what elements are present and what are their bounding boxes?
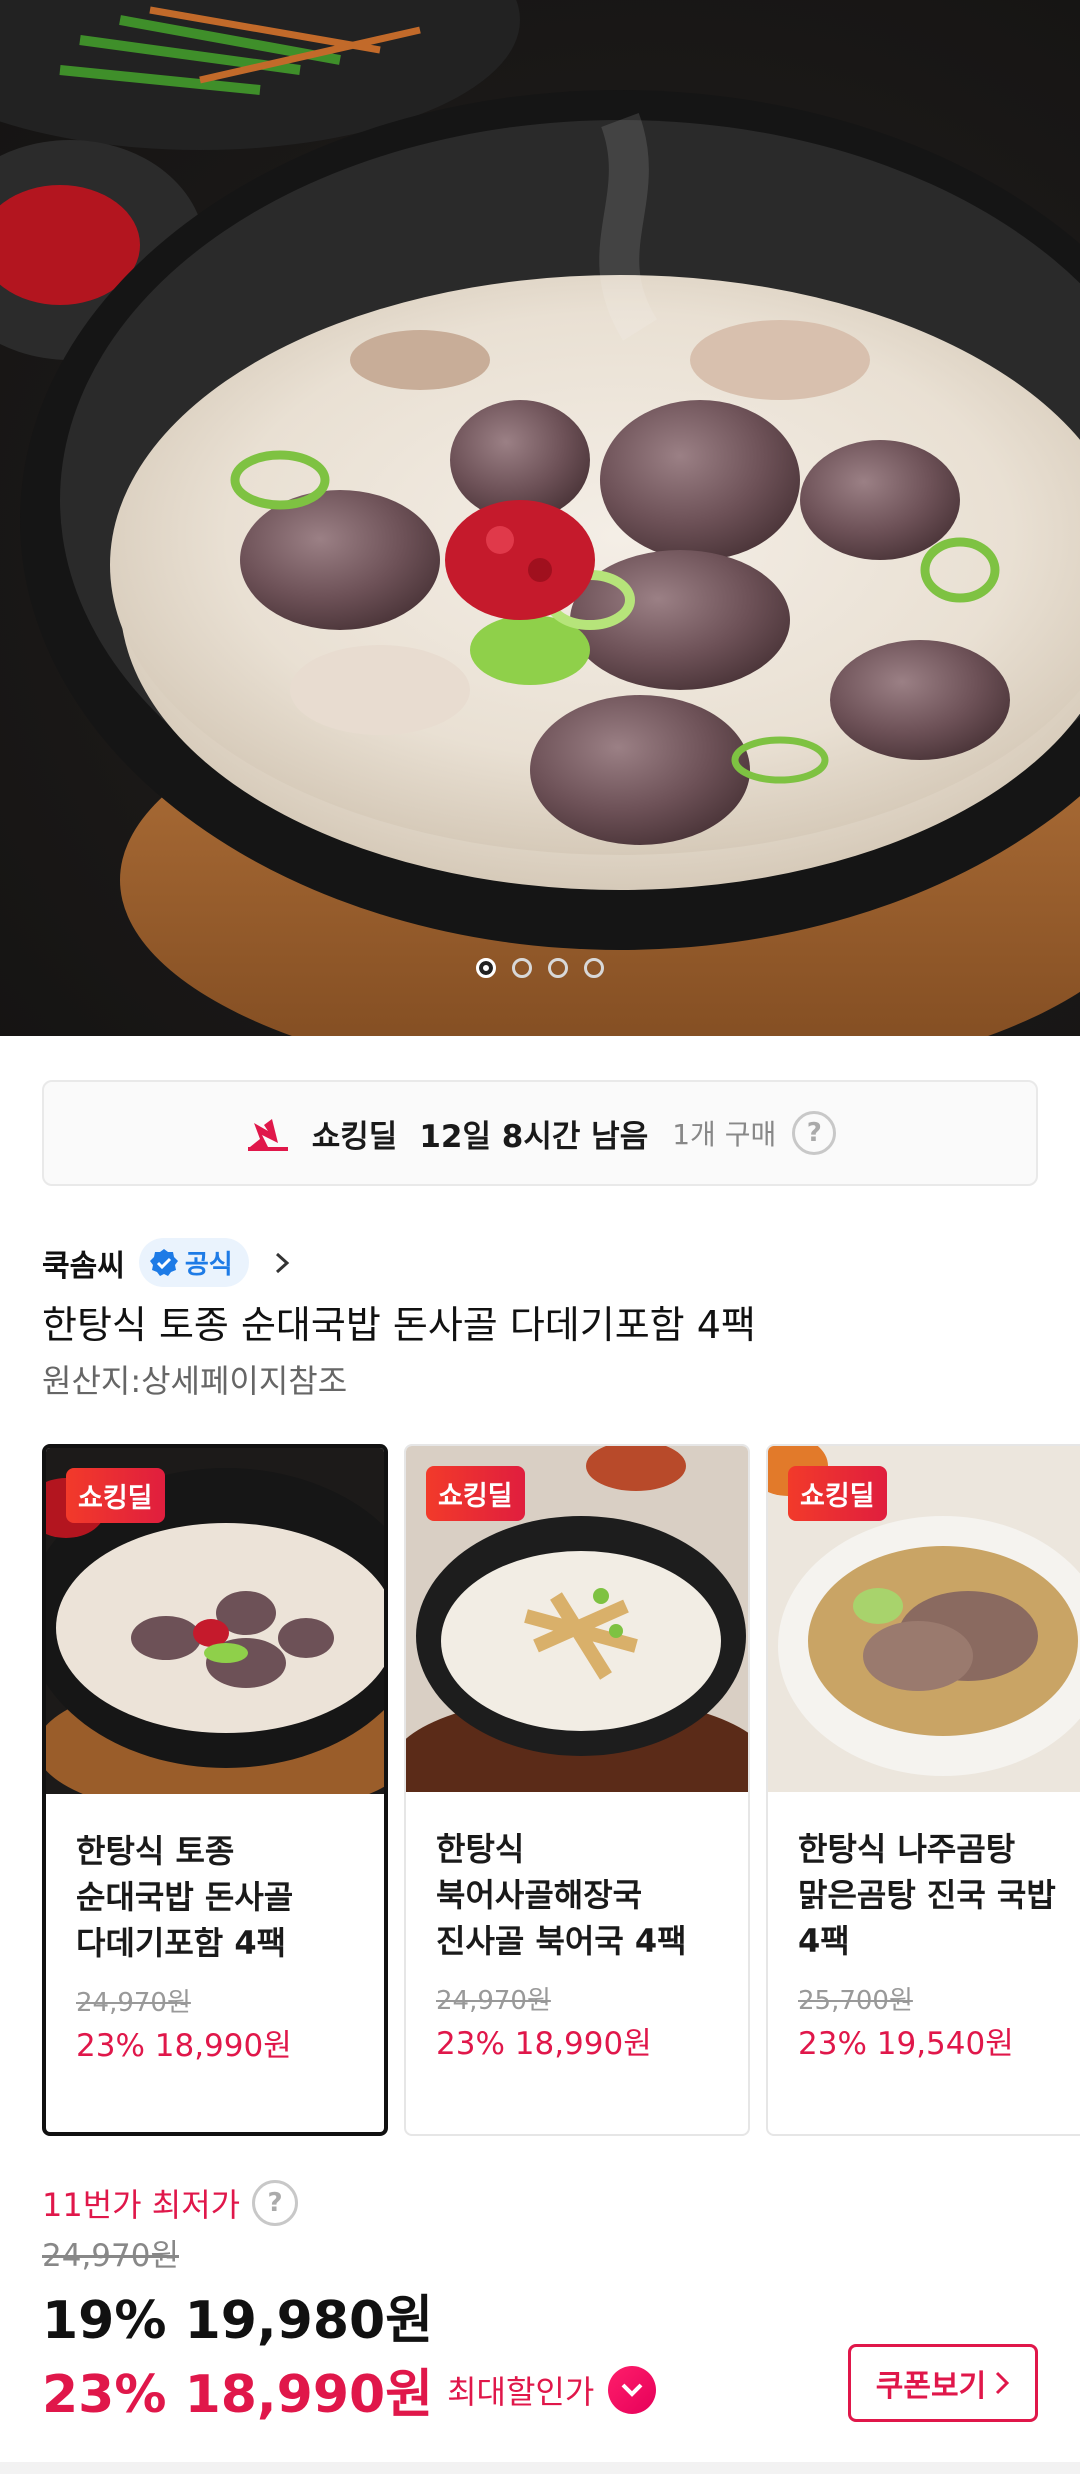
carousel-indicator <box>0 958 1080 978</box>
deal-badge: 쇼킹딜 <box>788 1466 887 1521</box>
carousel-dot[interactable] <box>476 958 496 978</box>
official-badge: 공식 <box>138 1238 249 1287</box>
deal-label: 쇼킹딜 <box>311 1118 398 1155</box>
carousel-dot[interactable] <box>512 958 532 978</box>
deal-badge: 쇼킹딜 <box>426 1466 525 1521</box>
chevron-down-icon <box>621 2383 643 2397</box>
expand-discount-button[interactable] <box>608 2365 657 2414</box>
coupon-button[interactable]: 쿠폰보기 <box>848 2344 1038 2422</box>
sale-price: 19% 19,980원 <box>42 2291 434 2351</box>
lowest-price-label-row: 11번가 최저가 ? <box>42 2180 299 2226</box>
seller-link[interactable]: 쿡솜씨 공식 <box>42 1238 295 1287</box>
lowest-price-label: 11번가 최저가 <box>42 2186 241 2224</box>
carousel-dot[interactable] <box>584 958 604 978</box>
deal-card[interactable]: 쇼킹딜 한탕식 토종 순대국밥 돈사골 다데기포함 4팩 24,970원 23%… <box>42 1444 388 2136</box>
seller-name: 쿡솜씨 <box>42 1248 125 1284</box>
product-origin: 원산지:상세페이지참조 <box>42 1362 348 1400</box>
deal-timer-banner: 쇼킹딜 12일 8시간 남음 1개 구매 ? <box>42 1080 1038 1186</box>
deal-card[interactable]: 쇼킹딜 한탕식 북어사골해장국 진사골 북어국 4팩 24,970원 23% 1… <box>404 1444 750 2136</box>
deal-card-original-price: 25,700원 <box>798 1986 913 2016</box>
deal-card-price: 23% 18,990원 <box>76 2028 292 2064</box>
deal-card-price: 23% 19,540원 <box>798 2026 1014 2062</box>
original-price: 24,970원 <box>42 2238 179 2274</box>
deal-card-name: 한탕식 북어사골해장국 진사골 북어국 4팩 <box>436 1830 687 1960</box>
related-deals-carousel[interactable]: 쇼킹딜 한탕식 토종 순대국밥 돈사골 다데기포함 4팩 24,970원 23%… <box>42 1444 1080 2136</box>
deal-time-remaining: 12일 8시간 남음 <box>419 1118 649 1155</box>
deal-badge: 쇼킹딜 <box>66 1468 165 1523</box>
product-title: 한탕식 토종 순대국밥 돈사골 다데기포함 4팩 <box>42 1303 756 1347</box>
coupon-button-label: 쿠폰보기 <box>875 2369 987 2404</box>
verified-check-icon <box>149 1248 178 1276</box>
purchase-count: 1개 구매 <box>672 1118 777 1151</box>
chevron-right-icon <box>996 2371 1010 2395</box>
chevron-right-icon <box>275 1252 289 1273</box>
product-image-carousel[interactable] <box>0 0 1080 1036</box>
max-discount-row: 23% 18,990원 최대할인가 <box>42 2352 657 2427</box>
deal-card-name: 한탕식 나주곰탕 맑은곰탕 진국 국밥 4팩 <box>798 1830 1056 1960</box>
deal-card-original-price: 24,970원 <box>436 1986 551 2016</box>
official-label: 공식 <box>184 1250 233 1280</box>
deal-card-price: 23% 18,990원 <box>436 2026 652 2062</box>
deal-card[interactable]: 쇼킹딜 한탕식 나주곰탕 맑은곰탕 진국 국밥 4팩 25,700원 23% 1… <box>766 1444 1080 2136</box>
shocking-deal-icon <box>247 1119 288 1151</box>
product-photo <box>0 0 1080 1036</box>
help-icon[interactable]: ? <box>792 1111 837 1155</box>
help-icon[interactable]: ? <box>252 2180 299 2226</box>
section-divider <box>0 2462 1080 2474</box>
final-price: 23% 18,990원 <box>42 2365 434 2425</box>
deal-card-name: 한탕식 토종 순대국밥 돈사골 다데기포함 4팩 <box>76 1832 294 1962</box>
max-discount-label: 최대할인가 <box>447 2372 595 2411</box>
carousel-dot[interactable] <box>548 958 568 978</box>
deal-card-original-price: 24,970원 <box>76 1988 191 2018</box>
